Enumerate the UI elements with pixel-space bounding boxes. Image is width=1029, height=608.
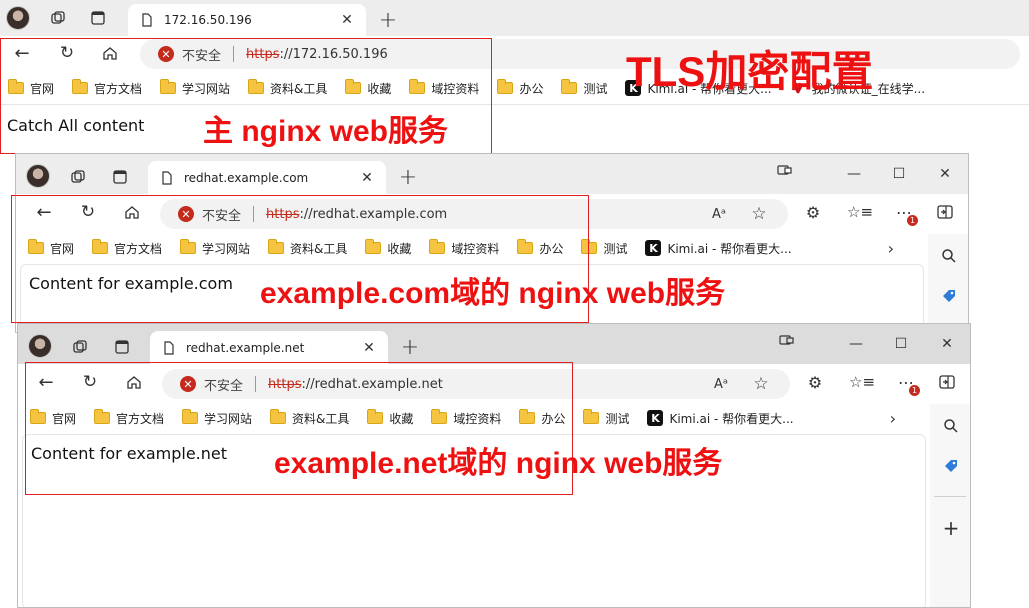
bookmarks-overflow-icon[interactable]: › xyxy=(890,409,896,428)
minimize-icon[interactable]: — xyxy=(844,332,868,356)
profile-avatar[interactable] xyxy=(28,334,52,358)
extensions-icon[interactable]: ⚙ xyxy=(804,371,826,393)
read-aloud-icon[interactable]: Aᵃ xyxy=(708,203,730,225)
media-icon[interactable] xyxy=(773,158,797,182)
page-icon xyxy=(162,170,172,185)
search-icon[interactable] xyxy=(937,244,961,268)
annotation-example-net: example.net域的 nginx web服务 xyxy=(274,447,723,480)
close-tab-icon[interactable]: ✕ xyxy=(358,169,376,187)
notification-badge: 1 xyxy=(909,385,920,396)
bookmark-label: 办公 xyxy=(519,81,544,96)
tab-title: redhat.example.com xyxy=(184,170,309,185)
bookmark-label: Kimi.ai - 帮你看更大... xyxy=(669,411,794,426)
close-tab-icon[interactable]: ✕ xyxy=(360,339,378,357)
folder-icon xyxy=(497,79,514,94)
favorite-star-icon[interactable]: ☆ xyxy=(750,373,772,395)
search-icon[interactable] xyxy=(939,414,963,438)
bookmark-item[interactable]: 测试 xyxy=(583,409,630,427)
sidebar-toggle-icon[interactable] xyxy=(934,201,956,223)
bookmark-item[interactable]: 测试 xyxy=(561,79,608,97)
bookmark-label: Kimi.ai - 帮你看更大... xyxy=(667,241,792,256)
tab-title: 172.16.50.196 xyxy=(164,13,252,27)
bookmark-item[interactable]: 办公 xyxy=(497,79,544,97)
workspaces-icon[interactable] xyxy=(68,335,92,359)
favorites-icon[interactable]: ☆≡ xyxy=(847,201,873,223)
tab-active[interactable]: 172.16.50.196 ✕ xyxy=(128,4,366,36)
bookmarks-overflow-icon[interactable]: › xyxy=(888,239,894,258)
add-icon[interactable]: + xyxy=(939,516,963,540)
tab-strip: 172.16.50.196 ✕ + xyxy=(0,0,1029,36)
annotation-main: 主 nginx web服务 xyxy=(203,115,449,148)
annotation-title: TLS加密配置 xyxy=(626,48,874,95)
kimi-icon: K xyxy=(645,240,662,256)
vertical-tabs-icon[interactable] xyxy=(86,6,110,30)
workspaces-icon[interactable] xyxy=(46,6,70,30)
vertical-tabs-icon[interactable] xyxy=(110,335,134,359)
close-tab-icon[interactable]: ✕ xyxy=(338,11,356,29)
page-icon xyxy=(164,340,174,355)
close-window-icon[interactable]: ✕ xyxy=(933,162,957,186)
media-icon[interactable] xyxy=(775,328,799,352)
vertical-tabs-icon[interactable] xyxy=(108,165,132,189)
close-window-icon[interactable]: ✕ xyxy=(935,332,959,356)
workspaces-icon[interactable] xyxy=(66,165,90,189)
minimize-icon[interactable]: — xyxy=(842,162,866,186)
profile-avatar[interactable] xyxy=(26,164,50,188)
bookmark-label: 测试 xyxy=(603,241,628,256)
maximize-icon[interactable]: ☐ xyxy=(887,162,911,186)
tab-strip: redhat.example.com ✕ + — ☐ ✕ xyxy=(16,154,968,194)
sidebar-divider xyxy=(934,496,966,497)
page-icon xyxy=(142,13,152,27)
folder-icon xyxy=(583,409,600,424)
shopping-tag-icon[interactable] xyxy=(939,454,963,478)
notification-badge: 1 xyxy=(907,215,918,226)
bookmark-item[interactable]: K Kimi.ai - 帮你看更大... xyxy=(645,240,792,257)
extensions-icon[interactable]: ⚙ xyxy=(802,201,824,223)
shopping-tag-icon[interactable] xyxy=(937,284,961,308)
new-tab-button[interactable]: + xyxy=(398,335,422,360)
favorite-star-icon[interactable]: ☆ xyxy=(748,203,770,225)
annotation-example-com: example.com域的 nginx web服务 xyxy=(260,277,726,310)
new-tab-button[interactable]: + xyxy=(396,165,420,190)
profile-avatar[interactable] xyxy=(6,6,30,30)
edge-sidebar: + xyxy=(930,404,970,607)
sidebar-toggle-icon[interactable] xyxy=(936,371,958,393)
maximize-icon[interactable]: ☐ xyxy=(889,332,913,356)
bookmark-label: 测试 xyxy=(605,411,630,426)
tab-strip: redhat.example.net ✕ + — ☐ ✕ xyxy=(18,324,970,364)
tab-active[interactable]: redhat.example.com ✕ xyxy=(148,161,386,194)
favorites-icon[interactable]: ☆≡ xyxy=(849,371,875,393)
bookmark-item[interactable]: K Kimi.ai - 帮你看更大... xyxy=(647,410,794,427)
kimi-icon: K xyxy=(647,410,664,426)
edge-sidebar xyxy=(928,234,968,332)
tab-title: redhat.example.net xyxy=(186,340,305,355)
new-tab-button[interactable]: + xyxy=(376,8,400,33)
tab-active[interactable]: redhat.example.net ✕ xyxy=(150,331,388,364)
read-aloud-icon[interactable]: Aᵃ xyxy=(710,373,732,395)
folder-icon xyxy=(561,79,578,94)
bookmark-label: 测试 xyxy=(583,81,608,96)
